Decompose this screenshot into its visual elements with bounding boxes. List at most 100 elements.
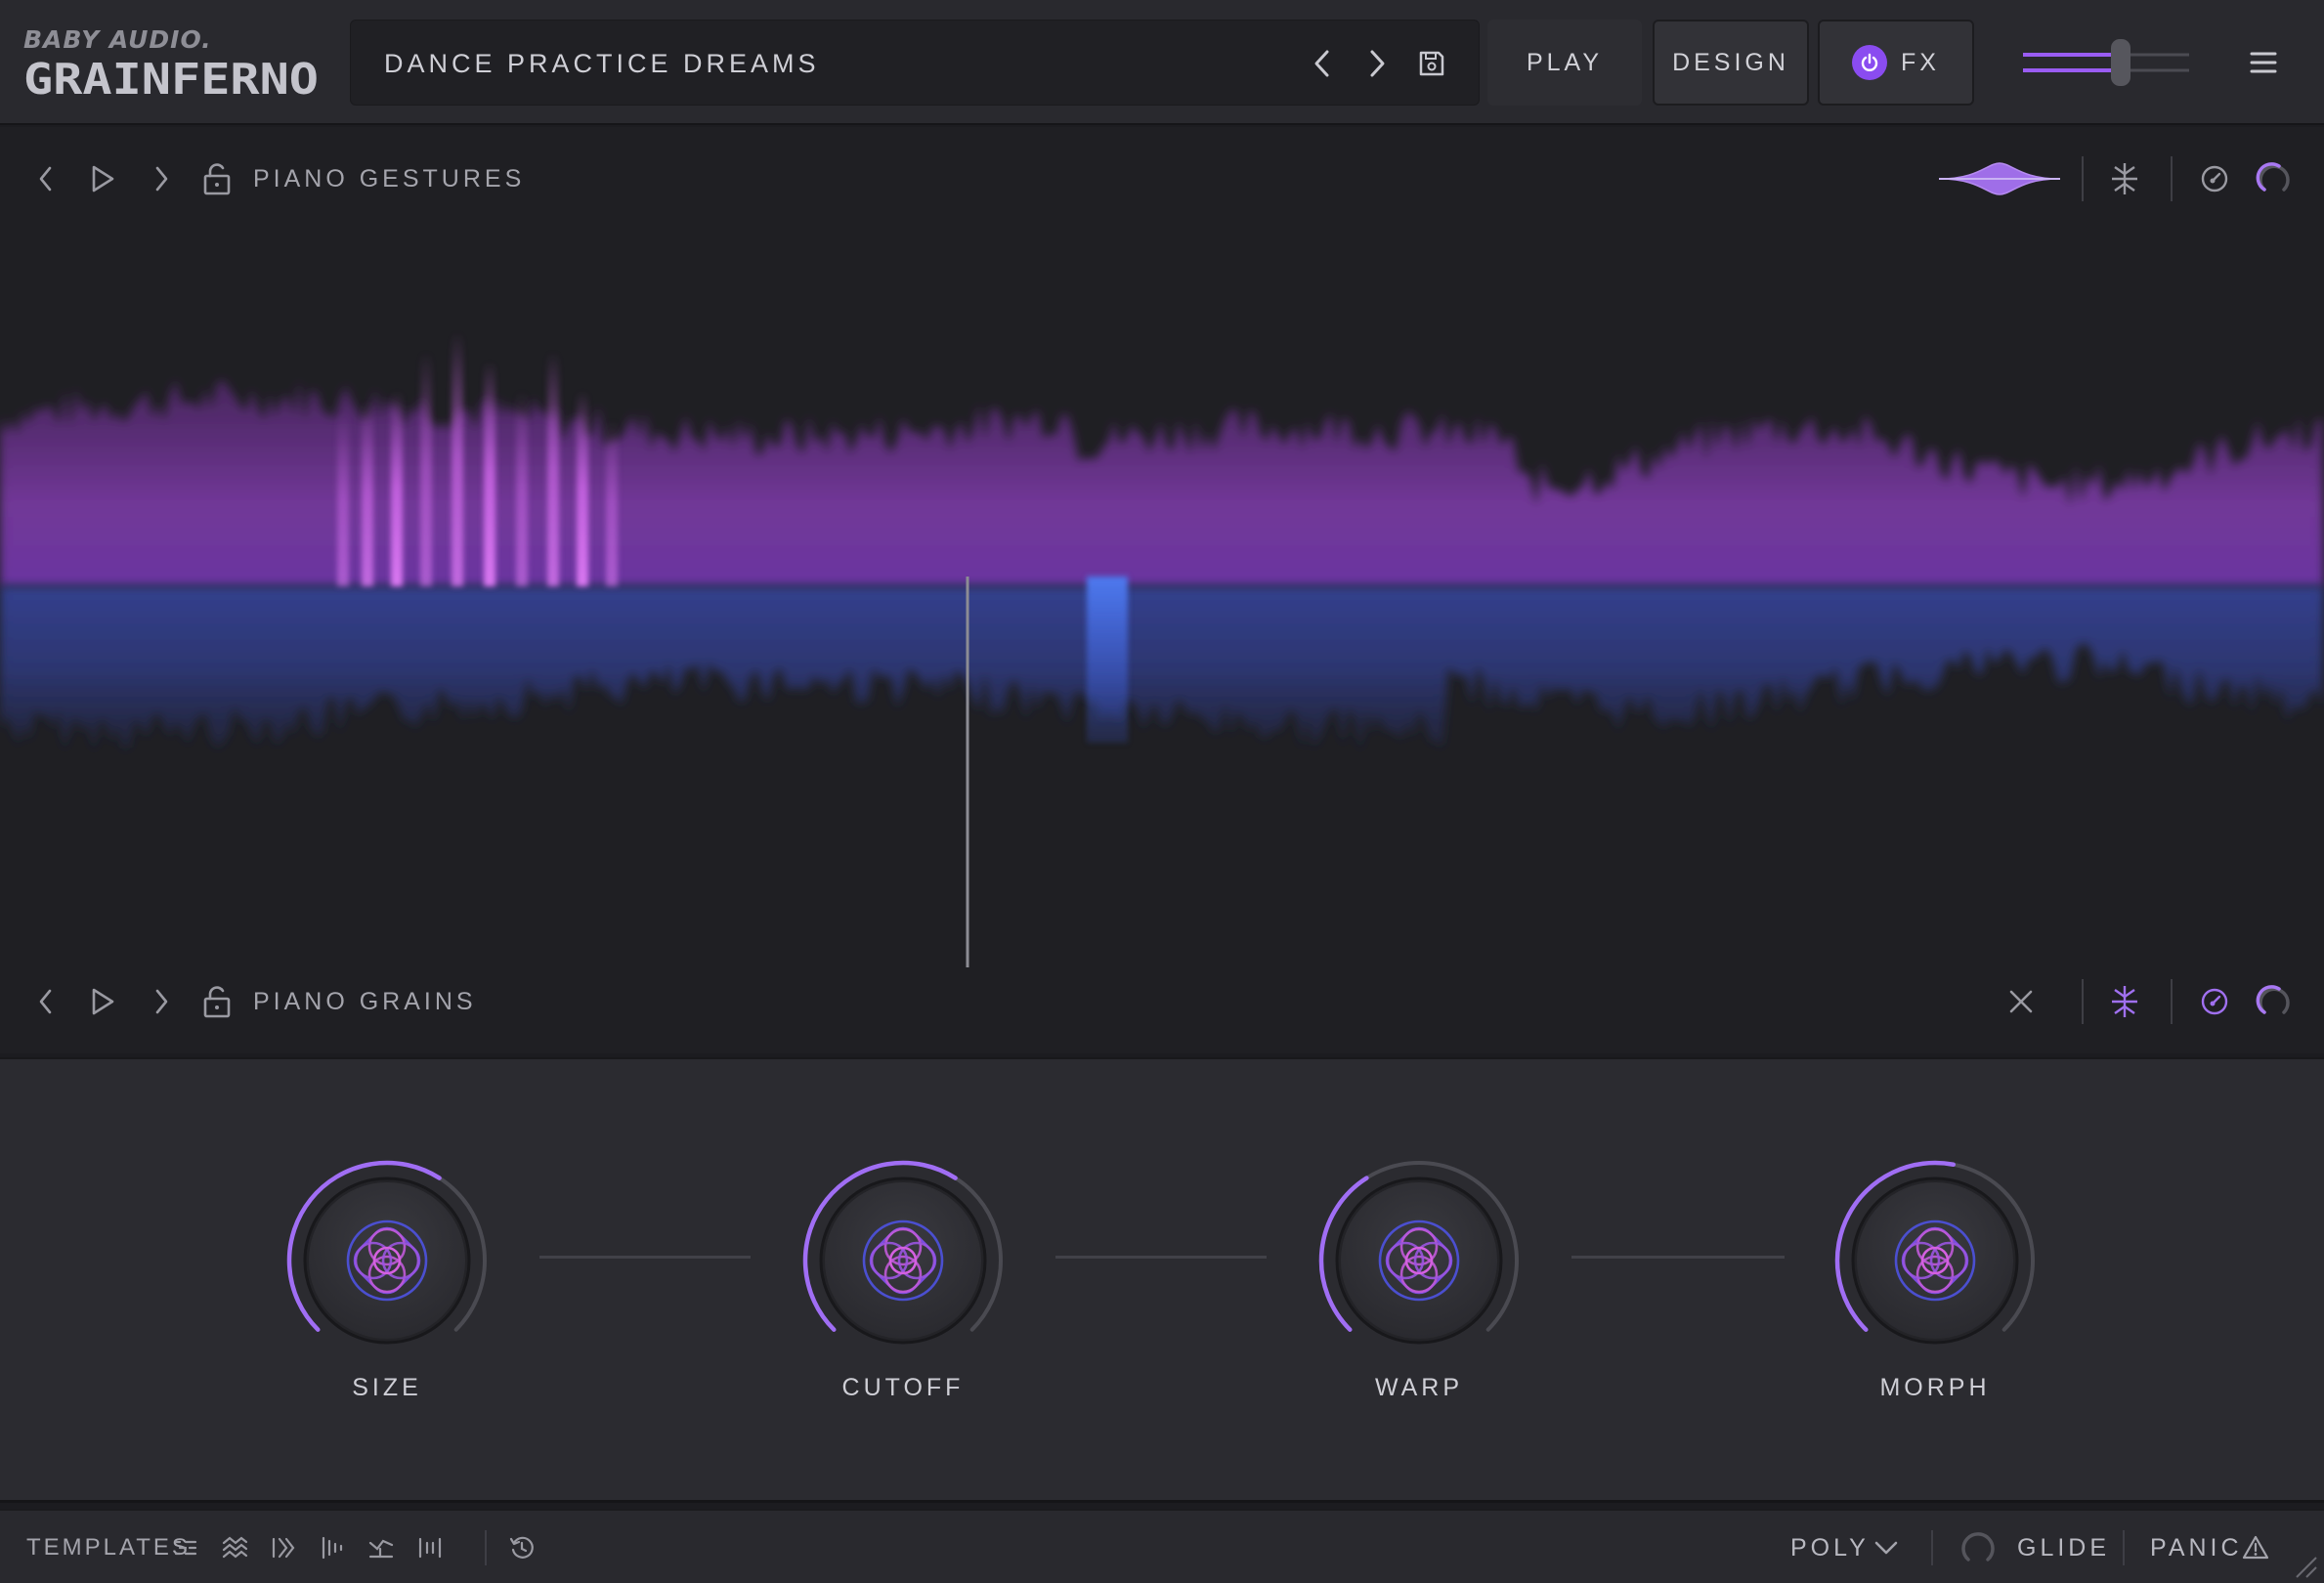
macro-panel: SIZE CUTOFF WARP MORPH	[0, 1057, 2324, 1503]
layer2-tempo-sync-button[interactable]	[2195, 982, 2234, 1021]
layer1-name[interactable]: PIANO GESTURES	[253, 145, 525, 213]
layer1-prev-button[interactable]	[26, 159, 65, 198]
layer2-spread-button[interactable]	[2105, 982, 2144, 1021]
chevron-left-icon	[39, 989, 52, 1014]
fx-tab[interactable]: FX	[1818, 20, 1974, 106]
grain-spike	[362, 401, 373, 586]
warp-knob-label: WARP	[1374, 1374, 1464, 1401]
glide-label: GLIDE	[2017, 1534, 2111, 1562]
layer2-play-button[interactable]	[83, 982, 122, 1021]
save-preset-button[interactable]	[1412, 44, 1451, 83]
preset-browser[interactable]: DANCE PRACTICE DREAMS	[350, 20, 1480, 106]
grain-spike	[420, 352, 432, 586]
layer1-next-button[interactable]	[142, 159, 181, 198]
chevron-right-icon	[155, 166, 168, 192]
waveform-panel[interactable]: PIANO GESTURES PIANO GRAINS	[0, 127, 2324, 1053]
next-preset-button[interactable]	[1357, 44, 1397, 83]
design-tab-label: DESIGN	[1672, 48, 1789, 76]
size-knob-label: SIZE	[352, 1374, 422, 1401]
warning-icon[interactable]	[2236, 1528, 2275, 1567]
footer-bar: TEMPLATES POLY GLIDE PANIC	[0, 1509, 2324, 1583]
grainferno-window: BABY AUDIO. GRAINFERNO DANCE PRACTICE DR…	[0, 0, 2324, 1583]
layer1-tempo-sync-button[interactable]	[2195, 159, 2234, 198]
layer2-volume-knob[interactable]	[2254, 982, 2293, 1021]
play-tab[interactable]: PLAY	[1487, 20, 1642, 106]
grain-spike	[516, 391, 528, 586]
grain-spike	[337, 410, 349, 586]
layer-row-grains: PIANO GRAINS	[0, 967, 2324, 1036]
layer1-play-button[interactable]	[83, 159, 122, 198]
grain-shape-icon[interactable]	[1939, 159, 2060, 198]
save-icon	[1419, 51, 1444, 76]
warp-knob[interactable]	[1312, 1153, 1527, 1368]
panic-label: PANIC	[2150, 1534, 2243, 1562]
layer1-spread-button[interactable]	[2105, 159, 2144, 198]
master-volume-slider[interactable]	[2023, 39, 2189, 86]
brand-name: BABY AUDIO.	[23, 25, 212, 54]
grain-spike	[484, 362, 495, 586]
mini-knob-icon	[2256, 162, 2290, 192]
preset-name[interactable]: DANCE PRACTICE DREAMS	[384, 21, 820, 107]
main-menu-button[interactable]	[2244, 43, 2283, 82]
layer1-volume-knob[interactable]	[2254, 159, 2293, 198]
resize-handle-icon[interactable]	[2285, 1546, 2324, 1583]
hamburger-icon	[2250, 52, 2277, 73]
layer2-remove-button[interactable]	[2001, 982, 2041, 1021]
play-icon	[92, 165, 114, 193]
waveform-display[interactable]	[0, 127, 2324, 1053]
template-grid-icon[interactable]	[410, 1528, 450, 1567]
prev-preset-button[interactable]	[1303, 44, 1342, 83]
grain-spike-blue	[1087, 577, 1128, 743]
template-forward-icon[interactable]	[264, 1528, 303, 1567]
clock-icon	[2201, 988, 2228, 1015]
layer2-name[interactable]: PIANO GRAINS	[253, 967, 477, 1036]
power-icon[interactable]	[1852, 45, 1888, 80]
layer2-prev-button[interactable]	[26, 982, 65, 1021]
macro-link-line	[539, 1256, 751, 1259]
chevron-right-icon	[1370, 50, 1385, 77]
unlock-icon	[203, 986, 231, 1018]
macro-link-line	[1571, 1256, 1785, 1259]
template-scatter-icon[interactable]	[362, 1528, 401, 1567]
spread-icon	[2112, 163, 2137, 194]
size-knob[interactable]	[280, 1153, 495, 1368]
header-bar: BABY AUDIO. GRAINFERNO DANCE PRACTICE DR…	[0, 0, 2324, 125]
clock-icon	[2201, 165, 2228, 193]
play-tab-label: PLAY	[1526, 48, 1604, 76]
play-icon	[92, 988, 114, 1015]
slider-thumb	[2111, 39, 2130, 86]
layer2-lock-button[interactable]	[197, 982, 237, 1021]
spread-icon	[2112, 986, 2137, 1017]
chevron-down-icon[interactable]	[1867, 1528, 1906, 1567]
chevron-right-icon	[155, 989, 168, 1014]
undo-history-icon[interactable]	[502, 1528, 541, 1567]
logo: BABY AUDIO. GRAINFERNO	[23, 25, 326, 107]
mini-knob-icon	[2256, 985, 2290, 1014]
template-waves-icon[interactable]	[215, 1528, 254, 1567]
grain-spike	[547, 352, 559, 586]
design-tab[interactable]: DESIGN	[1653, 20, 1809, 106]
morph-knob[interactable]	[1828, 1153, 2043, 1368]
template-bars-icon[interactable]	[313, 1528, 352, 1567]
grain-spike	[391, 391, 403, 586]
voice-mode-dropdown[interactable]: POLY	[1790, 1511, 1870, 1583]
template-list-icon[interactable]	[166, 1528, 205, 1567]
cutoff-knob[interactable]	[796, 1153, 1011, 1368]
macro-link-line	[1055, 1256, 1267, 1259]
panic-button[interactable]: PANIC	[2150, 1511, 2243, 1583]
glide-knob[interactable]	[1958, 1528, 1998, 1567]
grain-spike	[606, 420, 618, 586]
grain-spike	[452, 332, 463, 586]
layer1-lock-button[interactable]	[197, 159, 237, 198]
voice-mode-value: POLY	[1790, 1534, 1870, 1562]
morph-knob-label: MORPH	[1879, 1374, 1991, 1401]
chevron-left-icon	[39, 166, 52, 192]
layer-row-gestures: PIANO GESTURES	[0, 145, 2324, 213]
cutoff-knob-label: CUTOFF	[841, 1374, 965, 1401]
close-icon	[2009, 990, 2033, 1013]
layer2-next-button[interactable]	[142, 982, 181, 1021]
product-name: GRAINFERNO	[23, 55, 319, 105]
grain-spike	[577, 391, 588, 586]
unlock-icon	[203, 163, 231, 195]
fx-tab-label: FX	[1901, 48, 1940, 76]
